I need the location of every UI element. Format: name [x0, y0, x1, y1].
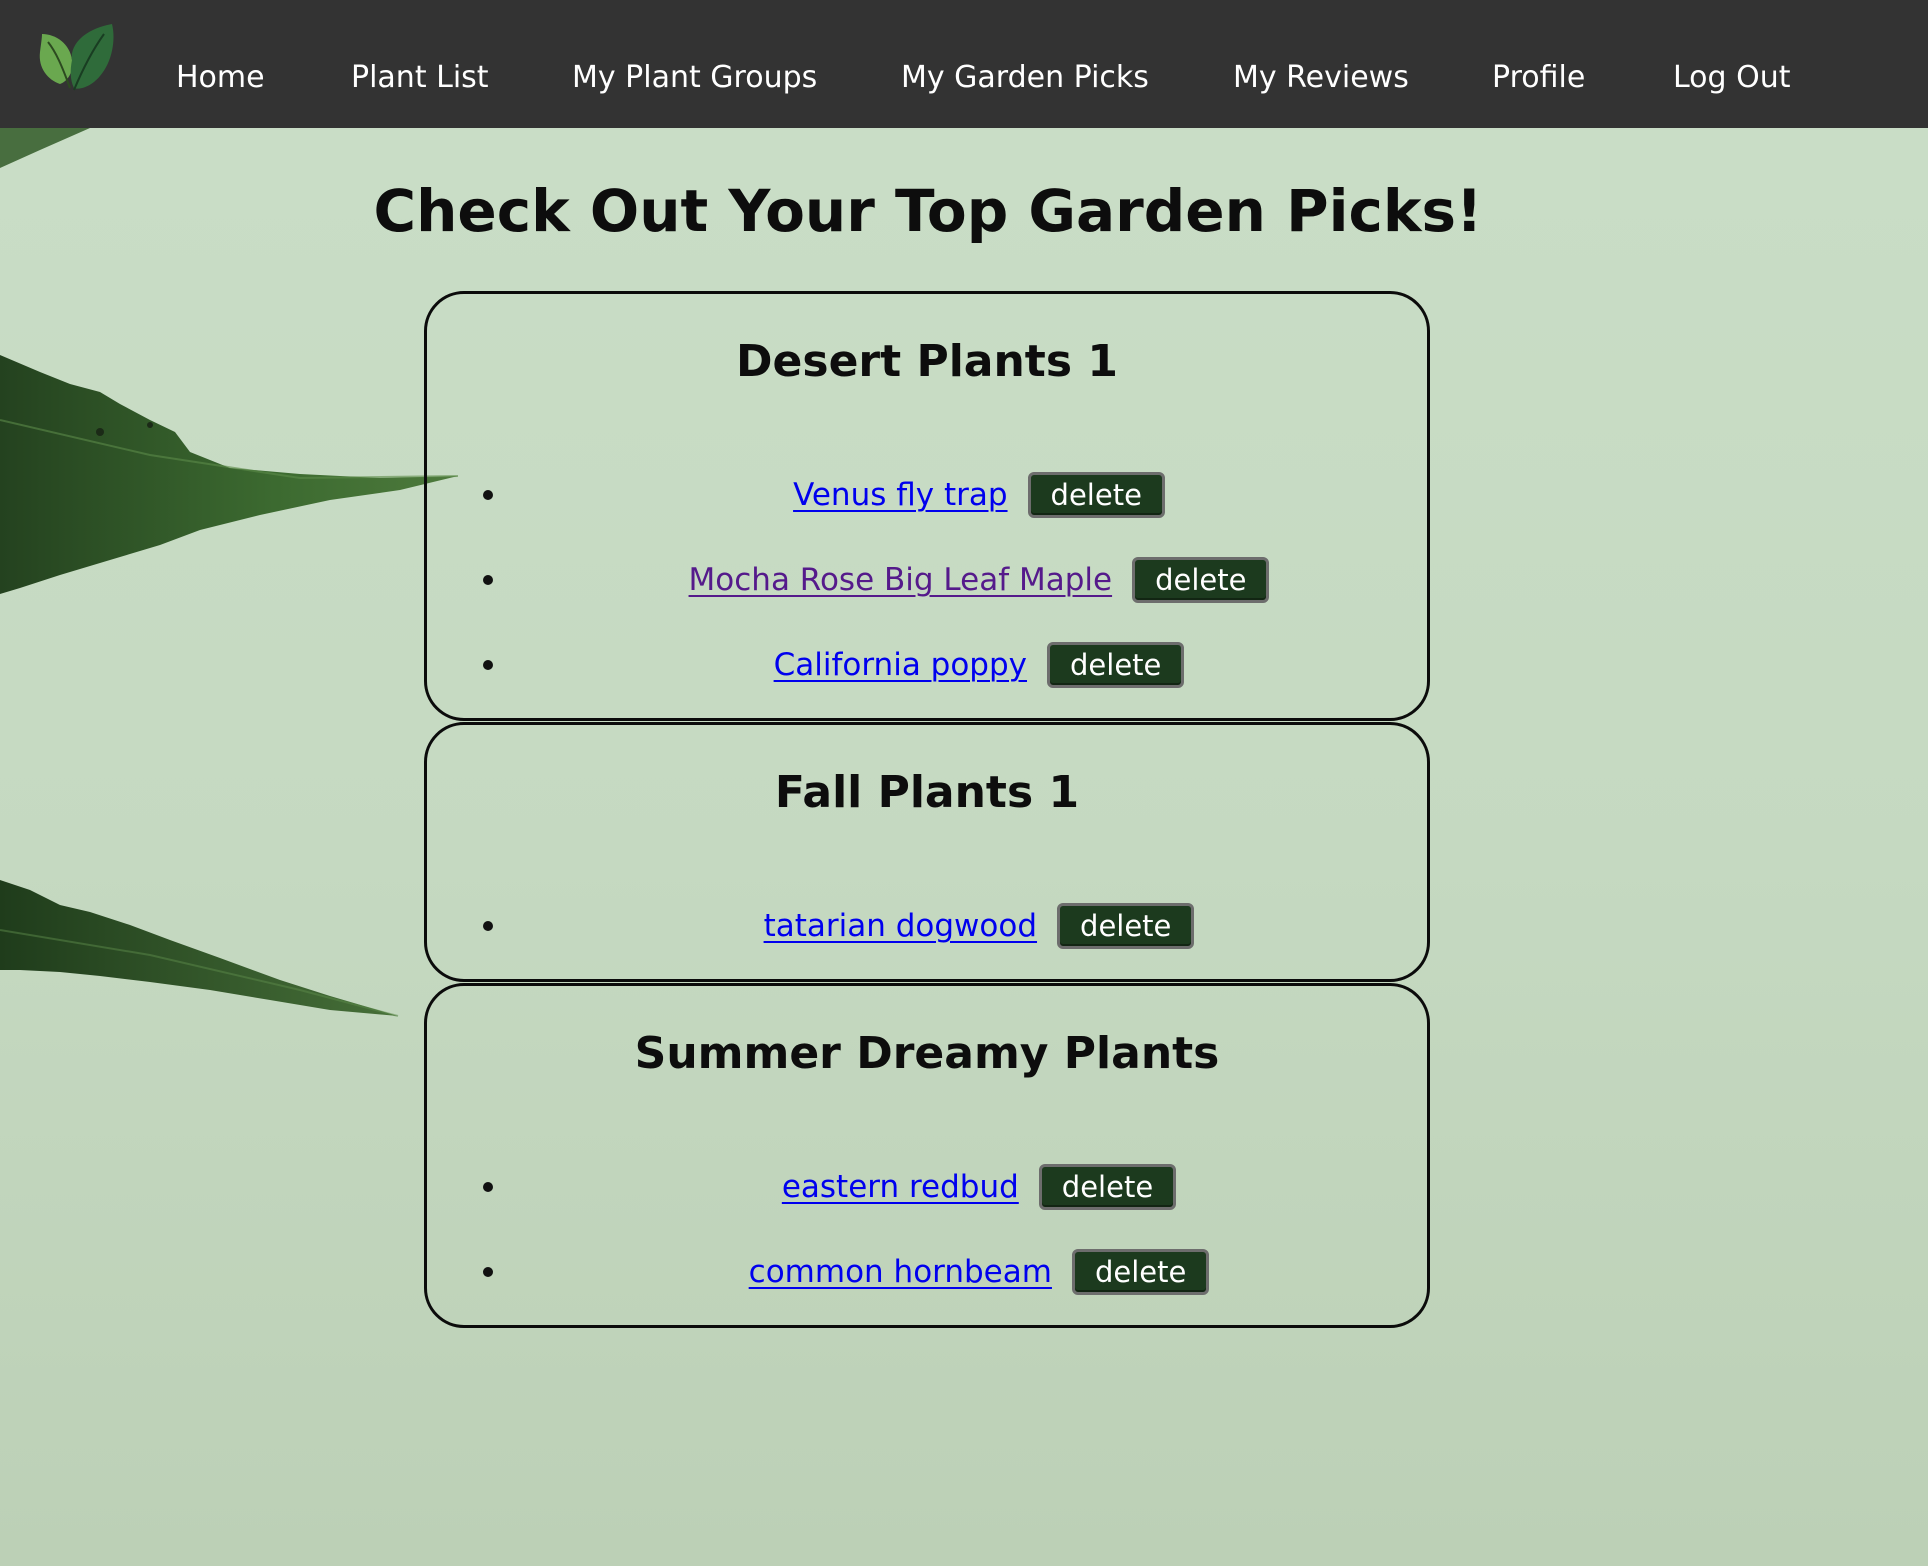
plant-link[interactable]: common hornbeam: [749, 1254, 1052, 1290]
delete-button[interactable]: delete: [1047, 642, 1185, 688]
nav-profile-link[interactable]: Profile: [1492, 58, 1585, 98]
list-bullet: [483, 575, 493, 585]
plant-group-card: Desert Plants 1 Venus fly trap delete Mo…: [424, 291, 1430, 721]
page-title: Check Out Your Top Garden Picks!: [373, 177, 1483, 245]
plant-group-card: Summer Dreamy Plants eastern redbud dele…: [424, 983, 1430, 1328]
plant-list-item: California poppy delete: [427, 640, 1427, 690]
plant-link[interactable]: Venus fly trap: [793, 477, 1007, 513]
delete-button[interactable]: delete: [1038, 1164, 1177, 1210]
delete-button[interactable]: delete: [1057, 903, 1195, 949]
delete-button[interactable]: delete: [1027, 472, 1165, 518]
list-bullet: [483, 490, 493, 500]
list-bullet: [483, 1267, 493, 1277]
nav-home-link[interactable]: Home: [176, 58, 265, 98]
plant-list-item: Mocha Rose Big Leaf Maple delete: [427, 555, 1427, 605]
nav-log-out-link[interactable]: Log Out: [1673, 58, 1791, 98]
nav-plant-list-link[interactable]: Plant List: [351, 58, 489, 98]
plant-link[interactable]: eastern redbud: [782, 1169, 1019, 1205]
group-title: Fall Plants 1: [774, 767, 1080, 818]
nav-my-reviews-link[interactable]: My Reviews: [1233, 58, 1409, 98]
plant-list-item: Venus fly trap delete: [427, 470, 1427, 520]
plant-group-card: Fall Plants 1 tatarian dogwood delete: [424, 722, 1430, 982]
list-bullet: [483, 1182, 493, 1192]
group-title: Summer Dreamy Plants: [634, 1028, 1220, 1079]
plant-link[interactable]: tatarian dogwood: [764, 908, 1037, 944]
plant-link[interactable]: California poppy: [774, 647, 1027, 683]
plant-link[interactable]: Mocha Rose Big Leaf Maple: [689, 562, 1113, 598]
plant-list-item: common hornbeam delete: [427, 1247, 1427, 1297]
list-bullet: [483, 660, 493, 670]
plant-list-item: eastern redbud delete: [427, 1162, 1427, 1212]
delete-button[interactable]: delete: [1132, 557, 1270, 603]
group-title: Desert Plants 1: [736, 336, 1118, 387]
top-navigation-bar: Home Plant List My Plant Groups My Garde…: [0, 0, 1928, 128]
delete-button[interactable]: delete: [1071, 1249, 1210, 1295]
nav-my-plant-groups-link[interactable]: My Plant Groups: [572, 58, 817, 98]
plant-list-item: tatarian dogwood delete: [427, 901, 1427, 951]
nav-my-garden-picks-link[interactable]: My Garden Picks: [901, 58, 1149, 98]
list-bullet: [483, 921, 493, 931]
